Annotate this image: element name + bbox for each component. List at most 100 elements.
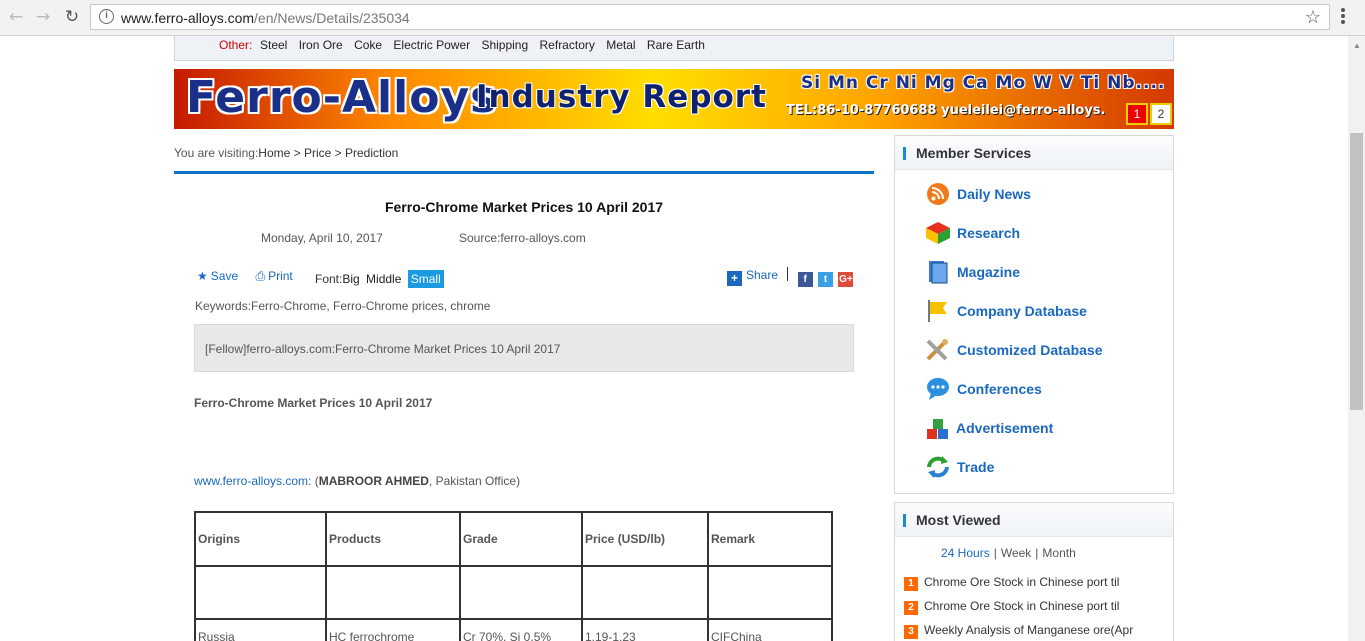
banner-title-sub: Industry Report bbox=[476, 79, 767, 115]
most-viewed-panel: Most Viewed 24 Hours | Week | Month 1 Chrome … bbox=[894, 502, 1174, 641]
rank-badge: 3 bbox=[904, 625, 918, 639]
table-header-cell: Origins bbox=[194, 511, 327, 567]
service-label: Magazine bbox=[957, 264, 1021, 280]
most-viewed-item[interactable]: 3 Weekly Analysis of Manganese ore(Apr bbox=[904, 623, 1133, 639]
byline-link[interactable]: www.ferro-alloys.com bbox=[194, 474, 308, 488]
byline: www.ferro-alloys.com: (MABROOR AHMED, Pa… bbox=[194, 474, 520, 488]
category-link-iron-ore[interactable]: Iron Ore bbox=[299, 38, 343, 52]
share-button[interactable]: Share bbox=[746, 268, 778, 282]
report-banner[interactable]: Ferro-Alloys Industry Report Si Mn Cr Ni… bbox=[174, 69, 1174, 129]
share-plus-icon[interactable]: + bbox=[727, 271, 742, 286]
banner-page-1[interactable]: 1 bbox=[1126, 103, 1148, 125]
refresh-icon bbox=[927, 456, 949, 478]
page-scrollbar[interactable]: ▲ bbox=[1348, 36, 1365, 641]
tab-week[interactable]: Week bbox=[1001, 546, 1031, 560]
table-row: Russia HC ferrochrome Cr 70%, Si 0.5% 1.… bbox=[194, 618, 833, 641]
most-viewed-header: Most Viewed bbox=[895, 503, 1173, 537]
header-accent bbox=[903, 514, 906, 527]
font-small-button[interactable]: Small bbox=[407, 270, 444, 288]
table-header-cell: Remark bbox=[707, 511, 833, 567]
back-arrow-icon[interactable]: ← bbox=[6, 7, 26, 27]
scrollbar-thumb[interactable] bbox=[1350, 133, 1363, 410]
category-link-refractory[interactable]: Refractory bbox=[540, 38, 595, 52]
table-cell bbox=[325, 565, 461, 620]
most-viewed-link[interactable]: Chrome Ore Stock in Chinese port til bbox=[924, 599, 1119, 613]
twitter-icon[interactable]: t bbox=[818, 272, 834, 287]
member-services-title: Member Services bbox=[916, 145, 1032, 161]
bookmark-star-icon[interactable]: ☆ bbox=[1305, 7, 1321, 28]
share-bar: + Share f t G+ bbox=[727, 267, 855, 287]
article-tools: ★ Save ⎙ Print bbox=[197, 269, 307, 284]
facebook-icon[interactable]: f bbox=[797, 272, 813, 287]
category-link-shipping[interactable]: Shipping bbox=[481, 38, 528, 52]
breadcrumb: You are visiting:Home > Price > Predicti… bbox=[174, 146, 398, 160]
google-plus-icon[interactable]: G+ bbox=[838, 272, 854, 287]
byline-office: , Pakistan Office) bbox=[428, 474, 521, 488]
article-summary: [Fellow]ferro-alloys.com:Ferro-Chrome Ma… bbox=[205, 342, 561, 356]
scroll-up-icon[interactable]: ▲ bbox=[1353, 41, 1361, 50]
banner-contact: TEL:86-10-87760688 yueleilei@ferro-alloy… bbox=[786, 103, 1106, 118]
table-cell bbox=[459, 565, 583, 620]
table-cell bbox=[194, 565, 327, 620]
tab-month[interactable]: Month bbox=[1042, 546, 1075, 560]
category-link-electric-power[interactable]: Electric Power bbox=[393, 38, 470, 52]
font-big-button[interactable]: Big bbox=[342, 272, 359, 286]
table-row bbox=[194, 565, 833, 620]
browser-toolbar: ← → ↻ i www.ferro-alloys.com/en/News/Det… bbox=[0, 0, 1365, 36]
most-viewed-link[interactable]: Chrome Ore Stock in Chinese port til bbox=[924, 575, 1119, 589]
most-viewed-item[interactable]: 2 Chrome Ore Stock in Chinese port til bbox=[904, 599, 1119, 615]
breadcrumb-prefix: You are visiting: bbox=[174, 146, 259, 160]
reload-icon[interactable]: ↻ bbox=[62, 7, 82, 27]
print-button[interactable]: Print bbox=[268, 269, 293, 283]
table-cell: Russia bbox=[194, 618, 327, 641]
table-header-cell: Price (USD/lb) bbox=[581, 511, 709, 567]
address-bar[interactable]: i www.ferro-alloys.com/en/News/Details/2… bbox=[90, 4, 1330, 30]
save-button[interactable]: Save bbox=[211, 269, 238, 283]
banner-page-2[interactable]: 2 bbox=[1150, 103, 1172, 125]
table-cell: Cr 70%, Si 0.5% bbox=[459, 618, 583, 641]
magazine-icon bbox=[929, 261, 948, 284]
most-viewed-title: Most Viewed bbox=[916, 512, 1001, 528]
service-label: Daily News bbox=[957, 186, 1031, 202]
category-link-rare-earth[interactable]: Rare Earth bbox=[647, 38, 705, 52]
tab-divider: | bbox=[993, 546, 997, 560]
category-list: Steel Iron Ore Coke Electric Power Shipp… bbox=[260, 38, 713, 52]
url-path: /en/News/Details/235034 bbox=[254, 10, 410, 26]
table-cell: 1.19-1.23 bbox=[581, 618, 709, 641]
price-table: Origins Products Grade Price (USD/lb) Re… bbox=[194, 511, 833, 641]
blocks-icon bbox=[927, 419, 948, 439]
forward-arrow-icon[interactable]: → bbox=[33, 7, 53, 27]
table-cell bbox=[707, 565, 833, 620]
category-bar: Other: Steel Iron Ore Coke Electric Powe… bbox=[174, 36, 1174, 61]
breadcrumb-path[interactable]: Home > Price > Prediction bbox=[258, 146, 398, 160]
printer-icon[interactable]: ⎙ bbox=[255, 269, 265, 284]
service-label: Customized Database bbox=[957, 342, 1103, 358]
member-services-header: Member Services bbox=[895, 136, 1173, 170]
byline-author: MABROOR AHMED bbox=[318, 474, 429, 488]
most-viewed-item[interactable]: 1 Chrome Ore Stock in Chinese port til bbox=[904, 575, 1119, 591]
article-keywords: Keywords:Ferro-Chrome, Ferro-Chrome pric… bbox=[195, 299, 491, 313]
tab-divider: | bbox=[1035, 546, 1039, 560]
table-header-row: Origins Products Grade Price (USD/lb) Re… bbox=[194, 511, 833, 567]
category-link-metal[interactable]: Metal bbox=[606, 38, 635, 52]
most-viewed-link[interactable]: Weekly Analysis of Manganese ore(Apr bbox=[924, 623, 1133, 637]
info-icon[interactable]: i bbox=[99, 9, 114, 24]
category-label: Other: bbox=[219, 38, 253, 52]
banner-elements: Si Mn Cr Ni Mg Ca Mo W V Ti Nb.... bbox=[801, 73, 1166, 93]
rss-icon bbox=[927, 183, 949, 205]
url-text[interactable]: www.ferro-alloys.com/en/News/Details/235… bbox=[121, 10, 410, 26]
browser-menu-icon[interactable] bbox=[1341, 8, 1345, 26]
table-cell bbox=[581, 565, 709, 620]
page-content: Other: Steel Iron Ore Coke Electric Powe… bbox=[0, 36, 1348, 641]
font-middle-button[interactable]: Middle bbox=[366, 272, 401, 286]
category-link-steel[interactable]: Steel bbox=[260, 38, 287, 52]
tab-24-hours[interactable]: 24 Hours bbox=[941, 546, 990, 560]
rank-badge: 2 bbox=[904, 601, 918, 615]
breadcrumb-divider bbox=[174, 171, 874, 174]
category-link-coke[interactable]: Coke bbox=[354, 38, 382, 52]
article-date: Monday, April 10, 2017 bbox=[261, 231, 383, 245]
star-icon[interactable]: ★ bbox=[197, 269, 208, 283]
font-size-selector: Font:Big Middle Small bbox=[315, 270, 444, 288]
chat-bubble-icon bbox=[927, 378, 949, 400]
service-label: Advertisement bbox=[956, 420, 1054, 436]
